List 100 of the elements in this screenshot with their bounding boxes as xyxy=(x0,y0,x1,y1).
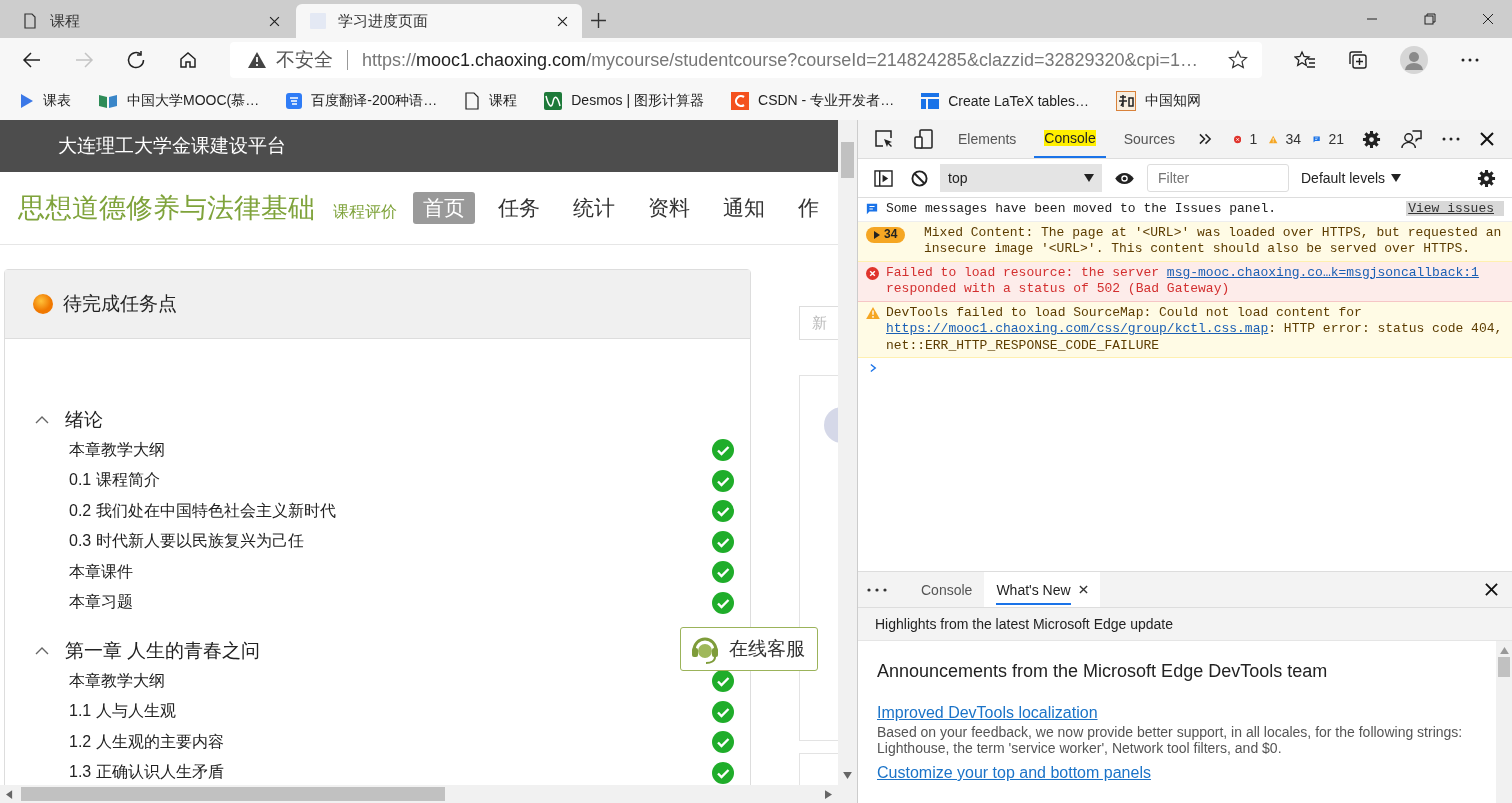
new-tab-icon[interactable] xyxy=(590,12,607,29)
browser-tab[interactable]: 学习进度页面 xyxy=(296,4,582,38)
console-message: Failed to load resource: the server msg-mooc.chaoxing.co…k=msgjsoncallback:1 responded with a status of 502 (Bad Gateway) xyxy=(886,264,1480,298)
task-item[interactable]: 本章习题 xyxy=(69,592,712,614)
more-tabs-icon[interactable] xyxy=(1199,133,1213,145)
drawer-tab[interactable]: What's New xyxy=(984,572,1100,607)
console-message: DevTools failed to load SourceMap: Could not load content for https://mooc1.chaoxing.com/css/group/kctl.css.map: HTTP error: status code 404, net::ERR_HTTP_RESPONSE_CODE_FAILURE xyxy=(886,304,1504,354)
article-text: Based on your feedback, we now provide better support, in all locales, for the following strings: Lighthouse, the term 'service worker', Network tool filters, and $0. xyxy=(877,724,1464,756)
bookmark[interactable]: CSDN - 专业开发者… xyxy=(731,92,895,110)
devtools-tab[interactable]: Sources xyxy=(1113,120,1186,158)
more-icon[interactable] xyxy=(867,587,887,592)
highlights-text: Highlights from the latest Microsoft Edge update xyxy=(875,616,1174,632)
nav-tab[interactable]: 资料 xyxy=(638,192,700,224)
table-icon xyxy=(921,92,940,110)
scroll-left-icon[interactable] xyxy=(6,789,13,799)
bookmark[interactable]: Create LaTeX tables… xyxy=(921,92,1089,110)
bookmark[interactable]: 课表 xyxy=(18,92,71,110)
nav-tab[interactable]: 通知 xyxy=(713,192,775,224)
console-message: Mixed Content: The page at '<URL>' was loaded over HTTPS, but requested an insecure image '<URL>'. This content should also be served over HTTPS. xyxy=(924,224,1503,258)
chapter-title[interactable]: 第一章 人生的青春之问 xyxy=(65,638,261,664)
eye-icon[interactable] xyxy=(1114,171,1135,185)
refresh-icon[interactable] xyxy=(126,50,146,70)
nav-tab[interactable]: 作 xyxy=(788,192,829,224)
nav-tab[interactable]: 统计 xyxy=(563,192,625,224)
message-icon xyxy=(866,203,878,215)
logo-icon xyxy=(1116,91,1136,111)
task-item[interactable]: 0.3 时代新人要以民族复兴为己任 xyxy=(69,531,712,553)
source-link[interactable]: msg-mooc.chaoxing.co…k=msgjsoncallback:1 xyxy=(1166,264,1479,280)
online-service-button[interactable]: 在线客服 xyxy=(680,627,818,671)
devtools-tab[interactable]: Elements xyxy=(948,120,1027,158)
bookmark[interactable]: Desmos | 图形计算器 xyxy=(544,92,704,110)
close-icon[interactable] xyxy=(1482,13,1494,25)
filter-field[interactable]: Filter xyxy=(1147,164,1289,192)
close-icon[interactable] xyxy=(557,15,568,27)
feedback-icon[interactable] xyxy=(1401,128,1422,150)
more-icon[interactable] xyxy=(1442,137,1460,141)
settings-icon[interactable] xyxy=(1477,168,1496,188)
scrollbar-thumb[interactable] xyxy=(21,787,445,801)
url-text: https://mooc1.chaoxing.com/mycourse/studentcourse?courseId=214824285&clazzid=32829320&cpi=1… xyxy=(362,49,1199,71)
devtools-tab[interactable]: Console xyxy=(1034,120,1106,158)
bookmark[interactable]: 课程 xyxy=(464,92,518,110)
article-link[interactable]: Customize your top and bottom panels xyxy=(877,764,1151,781)
task-item[interactable]: 1.3 正确认识人生矛盾 xyxy=(69,762,712,784)
close-icon[interactable] xyxy=(1480,132,1494,146)
settings-icon[interactable] xyxy=(1362,129,1381,149)
chevron-up-icon[interactable] xyxy=(35,647,49,655)
logo-icon xyxy=(731,92,749,110)
levels-dropdown[interactable]: Default levels xyxy=(1301,170,1402,186)
close-icon[interactable] xyxy=(269,15,280,27)
clear-icon[interactable] xyxy=(911,169,928,187)
close-icon[interactable] xyxy=(1078,585,1088,594)
collections-icon[interactable] xyxy=(1348,50,1368,70)
task-item[interactable]: 本章教学大纲 xyxy=(69,670,712,692)
task-item[interactable]: 1.2 人生观的主要内容 xyxy=(69,731,712,753)
warning-count[interactable]: 34 xyxy=(1285,131,1302,147)
address-bar[interactable]: 不安全 https://mooc1.chaoxing.com/mycourse/studentcourse?courseId=214824285&clazzid=32829320&cpi=1… xyxy=(230,42,1262,78)
article-link[interactable]: Improved DevTools localization xyxy=(877,704,1098,721)
prompt-icon[interactable] xyxy=(870,363,877,373)
drawer-tab[interactable]: Console xyxy=(909,572,985,607)
source-link[interactable]: https://mooc1.chaoxing.com/css/group/kctl.css.map xyxy=(886,321,1269,336)
scroll-right-icon[interactable] xyxy=(825,789,832,799)
view-issues-button[interactable]: View issues xyxy=(1406,201,1504,216)
context-select[interactable]: top xyxy=(940,164,1102,192)
chevron-up-icon[interactable] xyxy=(35,416,49,424)
more-icon[interactable] xyxy=(1460,57,1480,63)
repeat-count-badge[interactable]: 34 xyxy=(866,226,906,243)
task-item[interactable]: 本章教学大纲 xyxy=(69,439,712,461)
bookmark[interactable]: 中国知网 xyxy=(1116,91,1201,111)
chapter-title[interactable]: 绪论 xyxy=(65,407,103,433)
error-count[interactable]: 1 xyxy=(1249,131,1258,147)
course-title: 思想道德修养与法律基础 xyxy=(18,192,315,225)
restore-icon[interactable] xyxy=(1424,13,1436,25)
task-item[interactable]: 0.2 我们处在中国特色社会主义新时代 xyxy=(69,500,712,522)
profile-avatar[interactable] xyxy=(1400,46,1428,74)
back-icon[interactable] xyxy=(22,50,42,70)
panel-title: 待完成任务点 xyxy=(63,292,177,316)
scrollbar-thumb[interactable] xyxy=(1498,657,1510,677)
document-icon xyxy=(464,92,481,110)
play-icon xyxy=(18,93,34,109)
dropdown-icon xyxy=(1084,174,1094,182)
bookmark[interactable]: 中国大学MOOC(慕… xyxy=(98,92,260,110)
scroll-down-icon[interactable] xyxy=(843,772,852,779)
scrollbar-thumb[interactable] xyxy=(841,142,854,178)
announcement-heading: Announcements from the Microsoft Edge DevTools team xyxy=(877,661,1329,682)
browser-tab[interactable]: 课程 xyxy=(8,4,294,38)
favorites-icon[interactable] xyxy=(1294,50,1316,70)
close-icon[interactable] xyxy=(1485,583,1498,596)
home-icon[interactable] xyxy=(178,50,198,70)
dot-icon xyxy=(33,294,53,314)
book-icon xyxy=(98,93,118,109)
star-icon[interactable] xyxy=(1228,50,1248,70)
bookmark[interactable]: 百度翻译-200种语… xyxy=(286,92,438,110)
inspect-icon[interactable] xyxy=(874,129,894,149)
issue-count[interactable]: 21 xyxy=(1328,131,1344,147)
task-item[interactable]: 本章课件 xyxy=(69,561,712,583)
task-item[interactable]: 1.1 人与人生观 xyxy=(69,701,712,723)
sidebar-icon[interactable] xyxy=(874,169,893,187)
task-item[interactable]: 0.1 课程简介 xyxy=(69,470,712,492)
device-icon[interactable] xyxy=(914,129,934,149)
nav-tab[interactable]: 任务 xyxy=(488,192,550,224)
